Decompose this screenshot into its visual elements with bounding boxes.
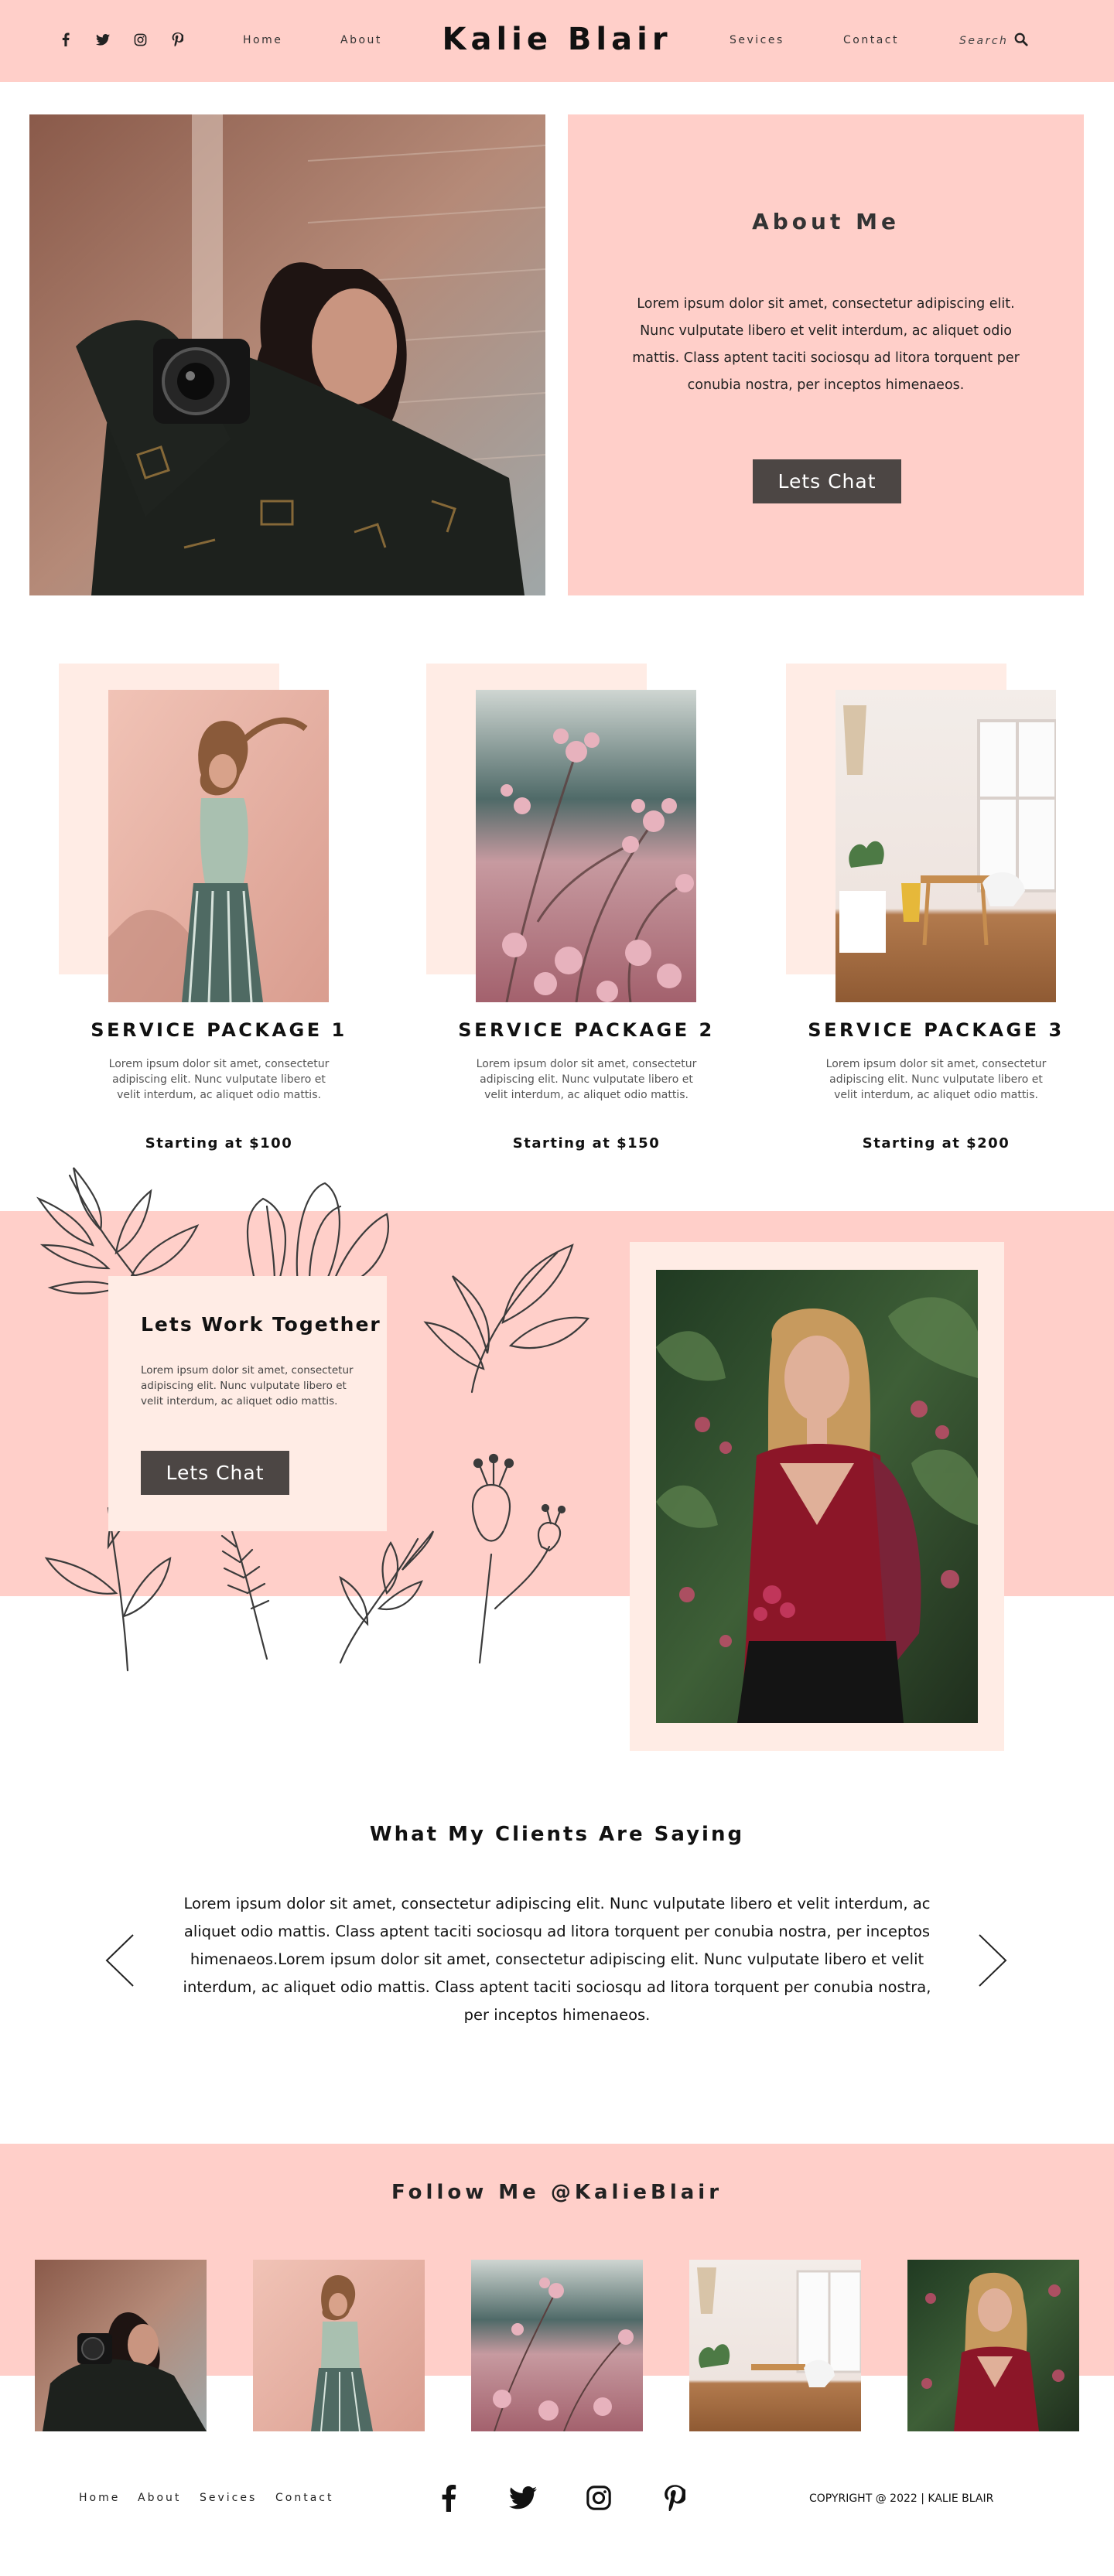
copyright-text: COPYRIGHT @ 2022 | KALIE BLAIR [809,2492,994,2505]
chevron-left-icon[interactable] [104,1933,136,1991]
package-2-price: Starting at $150 [512,1135,661,1152]
instagram-post-1[interactable] [35,2260,207,2431]
search-button[interactable]: Search [959,32,1028,49]
instagram-icon[interactable] [132,31,149,48]
work-together-card: Lets Work Together Lorem ipsum dolor sit… [108,1276,387,1531]
package-2-photo [476,690,696,1002]
about-lets-chat-button[interactable]: Lets Chat [753,459,901,503]
instagram-post-4[interactable] [689,2260,861,2431]
package-3-title: SERVICE PACKAGE 3 [808,1019,1064,1041]
nav-home[interactable]: Home [243,34,282,46]
instagram-icon[interactable] [583,2482,614,2513]
package-1-title: SERVICE PACKAGE 1 [91,1019,347,1041]
footer-nav-about[interactable]: About [138,2492,181,2504]
package-1-photo [108,690,329,1002]
instagram-post-3[interactable] [471,2260,643,2431]
instagram-post-5[interactable] [907,2260,1079,2431]
twitter-icon[interactable] [507,2482,538,2513]
footer-nav-services[interactable]: Sevices [200,2492,257,2504]
testimonial-text: Lorem ipsum dolor sit amet, consectetur … [183,1895,931,2024]
portrait-photo [656,1270,978,1723]
work-lets-chat-button[interactable]: Lets Chat [141,1451,289,1495]
pinterest-icon[interactable] [169,31,186,48]
package-3-photo [836,690,1056,1002]
twitter-icon[interactable] [94,31,111,48]
package-1-price: Starting at $100 [145,1135,293,1152]
about-text: Lorem ipsum dolor sit amet, consectetur … [632,296,1020,393]
work-together-title: Lets Work Together [141,1313,381,1336]
testimonials-title: What My Clients Are Saying [369,1823,745,1846]
about-title: About Me [752,209,900,234]
nav-services[interactable]: Sevices [730,34,784,46]
site-header: Home About Kalie Blair Sevices Contact S… [0,0,1114,82]
package-2-title: SERVICE PACKAGE 2 [458,1019,715,1041]
package-3-price: Starting at $200 [862,1135,1010,1152]
search-icon [1014,32,1028,49]
about-section: About Me Lorem ipsum dolor sit amet, con… [568,114,1084,595]
footer-nav-contact[interactable]: Contact [275,2492,333,2504]
package-1-desc: Lorem ipsum dolor sit amet, consectetur … [108,1058,330,1101]
search-label: Search [959,35,1009,47]
pinterest-icon[interactable] [659,2482,690,2513]
follow-title: Follow Me @KalieBlair [391,2181,723,2204]
nav-contact[interactable]: Contact [843,34,899,46]
package-2-desc: Lorem ipsum dolor sit amet, consectetur … [476,1058,697,1101]
nav-about[interactable]: About [340,34,382,46]
instagram-post-2[interactable] [253,2260,425,2431]
brand-logo[interactable]: Kalie Blair [433,22,681,57]
package-3-desc: Lorem ipsum dolor sit amet, consectetur … [825,1058,1047,1101]
facebook-icon[interactable] [57,31,74,48]
facebook-icon[interactable] [433,2482,464,2513]
footer-nav-home[interactable]: Home [79,2492,120,2504]
hero-photographer-photo [29,114,545,595]
work-together-text: Lorem ipsum dolor sit amet, consectetur … [141,1364,354,1407]
chevron-right-icon[interactable] [976,1933,1009,1991]
